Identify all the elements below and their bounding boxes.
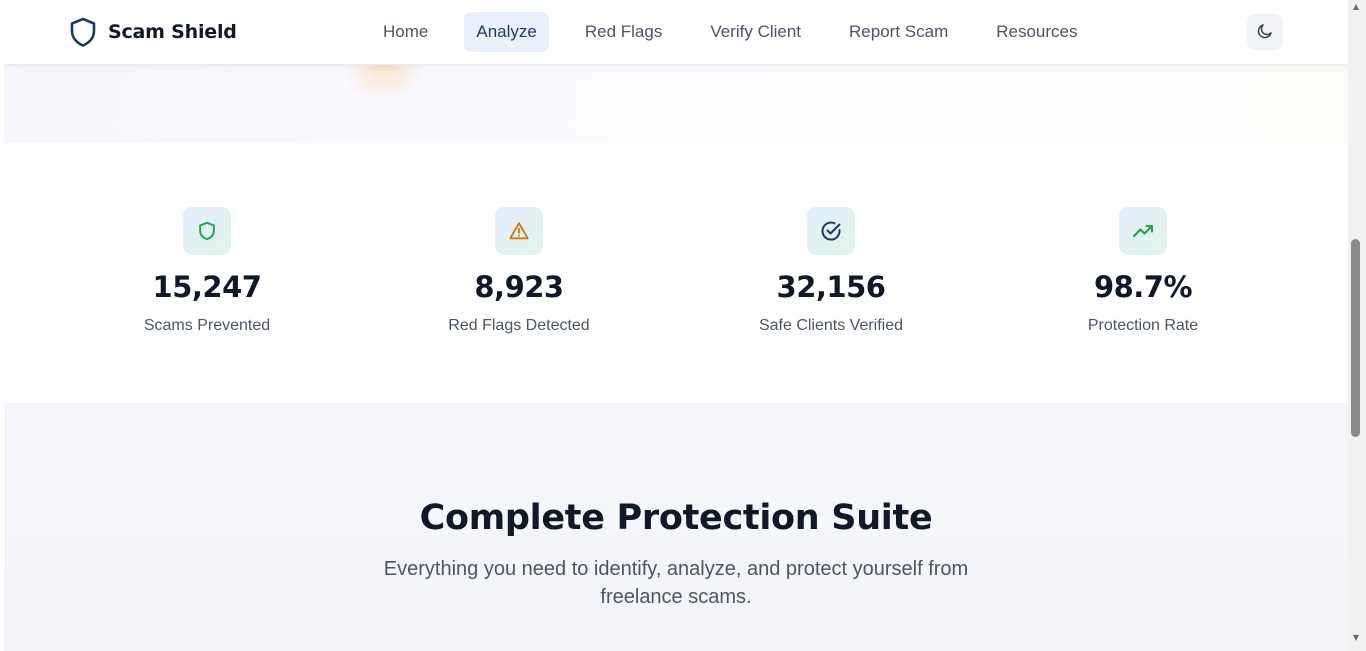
theme-toggle-button[interactable] — [1247, 14, 1283, 50]
nav-item-resources[interactable]: Resources — [984, 12, 1089, 52]
stat-label: Protection Rate — [1087, 317, 1199, 334]
stat-value: 15,247 — [152, 270, 262, 304]
stat-value: 8,923 — [474, 270, 564, 304]
moon-icon — [1256, 22, 1274, 43]
warning-triangle-icon — [495, 207, 543, 255]
scroll-up-arrow[interactable]: ▲ — [1350, 2, 1362, 12]
protection-suite-section: Complete Protection Suite Everything you… — [4, 403, 1348, 651]
trending-up-icon — [1119, 207, 1167, 255]
stat-value: 98.7% — [1093, 270, 1193, 304]
shield-icon — [70, 17, 96, 47]
check-circle-icon — [807, 207, 855, 255]
main-nav: Home Analyze Red Flags Verify Client Rep… — [371, 12, 1110, 52]
stat-value: 32,156 — [776, 270, 886, 304]
stat-label: Safe Clients Verified — [758, 317, 904, 334]
nav-item-analyze[interactable]: Analyze — [464, 12, 549, 52]
section-subtitle: Everything you need to identify, analyze… — [383, 558, 969, 608]
hero-section-bottom — [4, 65, 1348, 143]
nav-item-home[interactable]: Home — [371, 12, 440, 52]
nav-item-red-flags[interactable]: Red Flags — [573, 12, 674, 52]
nav-item-verify-client[interactable]: Verify Client — [698, 12, 813, 52]
shield-icon — [183, 207, 231, 255]
page-viewport: Scam Shield Home Analyze Red Flags Verif… — [4, 0, 1348, 651]
brand-name: Scam Shield — [108, 21, 237, 43]
navbar: Scam Shield Home Analyze Red Flags Verif… — [4, 0, 1348, 65]
brand-logo[interactable]: Scam Shield — [70, 16, 237, 48]
scrollbar-thumb[interactable] — [1351, 239, 1360, 437]
decorative-glow — [334, 65, 434, 95]
section-title: Complete Protection Suite — [419, 498, 933, 538]
stats-section: 15,247 Scams Prevented 8,923 Red Flags D… — [4, 143, 1348, 403]
nav-item-report-scam[interactable]: Report Scam — [837, 12, 960, 52]
stat-label: Scams Prevented — [143, 317, 271, 334]
scroll-down-arrow[interactable]: ▼ — [1350, 633, 1362, 643]
stat-label: Red Flags Detected — [448, 317, 590, 334]
